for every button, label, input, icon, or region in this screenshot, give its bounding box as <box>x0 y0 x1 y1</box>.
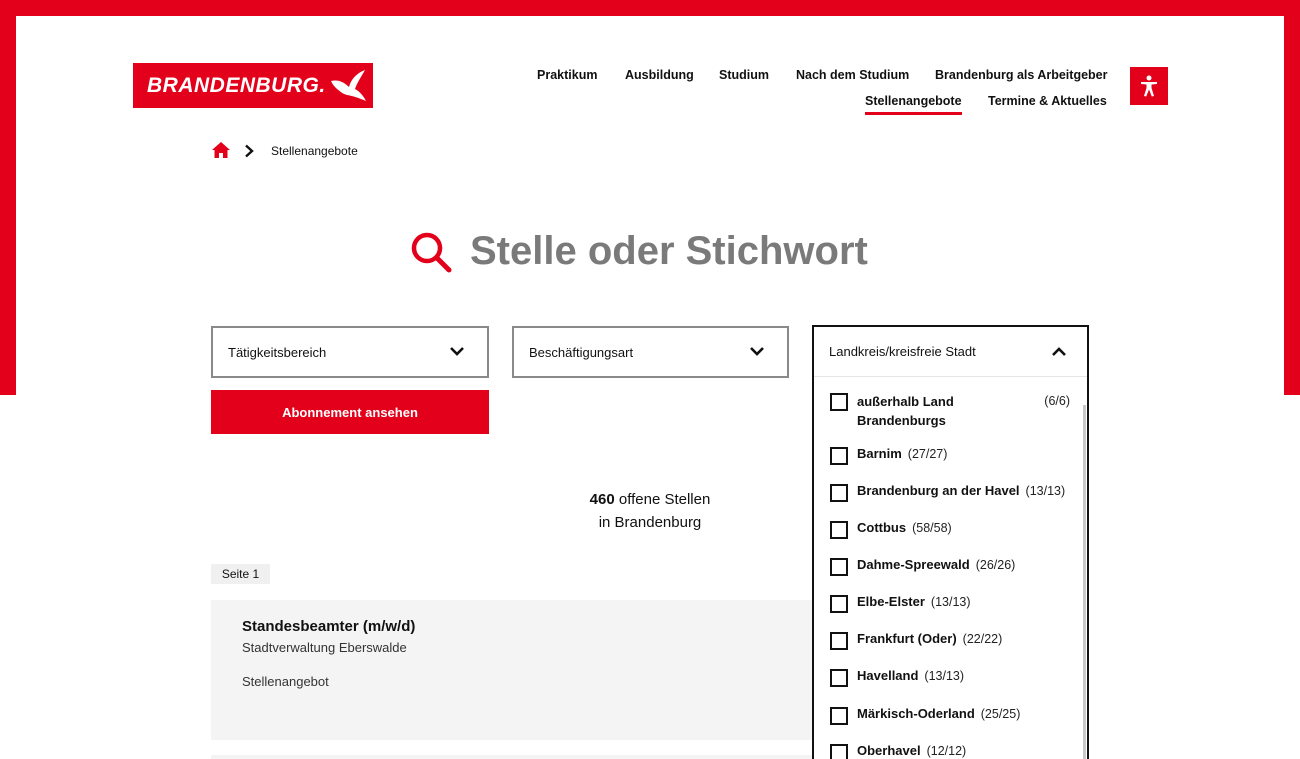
checkbox[interactable] <box>830 632 848 650</box>
checkbox[interactable] <box>830 484 848 502</box>
result-location: in Brandenburg <box>598 514 702 531</box>
option-dahme-spreewald[interactable]: Dahme-Spreewald (26/26) <box>830 557 1070 577</box>
nav-nach-dem-studium[interactable]: Nach dem Studium <box>796 68 909 82</box>
result-count: 460 offene Stellen in Brandenburg <box>550 488 750 534</box>
nav-praktikum[interactable]: Praktikum <box>537 68 597 82</box>
option-label: Märkisch-Oderland <box>857 706 975 721</box>
nav-stellenangebote[interactable]: Stellenangebote <box>865 94 962 115</box>
checkbox[interactable] <box>830 393 848 411</box>
option-brandenburg-havel[interactable]: Brandenburg an der Havel (13/13) <box>830 483 1070 503</box>
chevron-down-icon <box>450 347 464 356</box>
result-count-suffix: offene Stellen <box>618 491 711 508</box>
job-title[interactable]: Standesbeamter (m/w/d) <box>242 618 415 635</box>
job-card[interactable] <box>211 755 813 759</box>
option-ausserhalb[interactable]: außerhalb Land Brandenburgs (6/6) <box>830 392 1070 432</box>
option-label: außerhalb Land Brandenburgs <box>857 394 954 428</box>
nav-studium[interactable]: Studium <box>719 68 769 82</box>
option-elbe-elster[interactable]: Elbe-Elster (13/13) <box>830 594 1070 614</box>
accessibility-icon <box>1141 75 1157 97</box>
search-input[interactable] <box>470 226 930 276</box>
job-card[interactable]: Standesbeamter (m/w/d) Stadtverwaltung E… <box>211 600 813 740</box>
option-label: Havelland <box>857 668 919 683</box>
filter-landkreis-dropdown[interactable]: Landkreis/kreisfreie Stadt außerhalb Lan… <box>812 325 1089 759</box>
job-type: Stellenangebot <box>242 674 329 689</box>
option-count: (26/26) <box>975 558 1016 572</box>
search-icon[interactable] <box>410 231 452 273</box>
nav-brandenburg-als-arbeitgeber[interactable]: Brandenburg als Arbeitgeber <box>935 68 1108 82</box>
option-label: Brandenburg an der Havel <box>857 483 1020 498</box>
eagle-icon <box>331 70 366 101</box>
option-count: (25/25) <box>980 707 1021 721</box>
breadcrumb-current: Stellenangebote <box>271 144 358 158</box>
right-border <box>1284 0 1300 395</box>
option-count: (58/58) <box>912 521 952 535</box>
subscribe-button[interactable]: Abonnement ansehen <box>211 390 489 434</box>
filter-beschaeftigungsart[interactable]: Beschäftigungsart <box>512 326 789 378</box>
option-label: Barnim <box>857 446 902 461</box>
page-badge: Seite 1 <box>211 564 270 584</box>
filter-beschaeftigungsart-label: Beschäftigungsart <box>529 344 634 360</box>
option-label: Oberhavel <box>857 743 921 758</box>
option-count: (13/13) <box>924 669 965 683</box>
option-havelland[interactable]: Havelland (13/13) <box>830 668 1070 688</box>
option-barnim[interactable]: Barnim (27/27) <box>830 446 1070 466</box>
filter-landkreis-label: Landkreis/kreisfreie Stadt <box>829 344 976 359</box>
checkbox[interactable] <box>830 447 848 465</box>
checkbox[interactable] <box>830 521 848 539</box>
option-count: (13/13) <box>930 595 971 609</box>
accessibility-button[interactable] <box>1130 67 1168 105</box>
option-count: (13/13) <box>1025 484 1066 498</box>
option-maerkisch-oderland[interactable]: Märkisch-Oderland (25/25) <box>830 706 1070 726</box>
option-count: (27/27) <box>907 447 948 461</box>
result-count-number: 460 <box>589 491 615 508</box>
option-count: (12/12) <box>926 744 967 758</box>
chevron-down-icon <box>750 347 764 356</box>
option-label: Dahme-Spreewald <box>857 557 970 572</box>
job-employer: Stadtverwaltung Eberswalde <box>242 640 407 655</box>
top-border <box>0 0 1300 16</box>
checkbox[interactable] <box>830 669 848 687</box>
option-frankfurt-oder[interactable]: Frankfurt (Oder) (22/22) <box>830 631 1070 651</box>
logo-text: BRANDENBURG. <box>147 73 326 97</box>
option-count: (22/22) <box>962 632 1003 646</box>
filter-taetigkeitsbereich-label: Tätigkeitsbereich <box>228 344 327 360</box>
checkbox[interactable] <box>830 707 848 725</box>
dropdown-scrollbar[interactable] <box>1083 405 1086 759</box>
filter-landkreis[interactable]: Landkreis/kreisfreie Stadt <box>814 327 1087 377</box>
brandenburg-logo[interactable]: BRANDENBURG. <box>133 63 373 108</box>
option-label: Frankfurt (Oder) <box>857 631 957 646</box>
checkbox[interactable] <box>830 558 848 576</box>
filter-taetigkeitsbereich[interactable]: Tätigkeitsbereich <box>211 326 489 378</box>
option-cottbus[interactable]: Cottbus (58/58) <box>830 520 1070 540</box>
nav-termine-aktuelles[interactable]: Termine & Aktuelles <box>988 94 1107 108</box>
option-count: (6/6) <box>1044 394 1070 408</box>
nav-ausbildung[interactable]: Ausbildung <box>625 68 694 82</box>
option-label: Elbe-Elster <box>857 594 925 609</box>
left-border <box>0 0 16 395</box>
option-oberhavel[interactable]: Oberhavel (12/12) <box>830 743 1070 759</box>
home-icon[interactable] <box>212 142 230 158</box>
checkbox[interactable] <box>830 595 848 613</box>
chevron-up-icon <box>1052 347 1066 356</box>
checkbox[interactable] <box>830 744 848 759</box>
option-label: Cottbus <box>857 520 907 535</box>
chevron-right-icon <box>245 144 254 158</box>
